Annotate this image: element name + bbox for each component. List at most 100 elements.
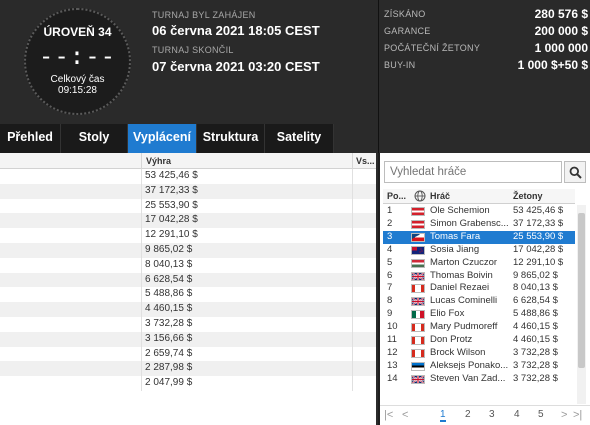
estonia-flag-icon bbox=[411, 361, 425, 371]
player-position: 3 bbox=[387, 230, 393, 242]
payout-row: 12 291,10 $ bbox=[0, 228, 376, 243]
player-row[interactable]: 3 Tomas Fara 25 553,90 $ bbox=[383, 230, 575, 244]
czech-flag-icon bbox=[411, 232, 425, 242]
player-row[interactable]: 12 Brock Wilson 3 732,28 $ bbox=[383, 347, 575, 360]
player-row[interactable]: 10 Mary Pudmoreff 4 460,15 $ bbox=[383, 321, 575, 334]
stat-prize-pool: ZÍSKÁNO 280 576 $ bbox=[384, 7, 588, 25]
player-name: Daniel Rezaei bbox=[430, 282, 490, 294]
player-row[interactable]: 11 Don Protz 4 460,15 $ bbox=[383, 334, 575, 347]
payout-value: 37 172,33 $ bbox=[145, 184, 198, 196]
player-name: Sosia Jiang bbox=[430, 243, 480, 255]
tournament-header: ÚROVEŇ 34 --:-- Celkový čas 09:15:28 TUR… bbox=[0, 0, 590, 153]
mexico-flag-icon bbox=[411, 310, 425, 320]
uk-flag-icon bbox=[411, 271, 425, 281]
player-row[interactable]: 7 Daniel Rezaei 8 040,13 $ bbox=[383, 282, 575, 295]
players-panel: Po... Hráč Žetony 1 Ole Schemion 53 425,46… bbox=[380, 153, 590, 425]
stat-label: POČÁTEČNÍ ŽETONY bbox=[384, 43, 481, 53]
tab-tables[interactable]: Stoly bbox=[61, 124, 128, 153]
player-name: Ole Schemion bbox=[430, 205, 490, 216]
player-chips: 3 732,28 $ bbox=[513, 346, 558, 358]
player-row[interactable]: 13 Aleksejs Ponako... 3 732,28 $ bbox=[383, 360, 575, 373]
payout-row: 37 172,33 $ bbox=[0, 183, 376, 199]
page-3[interactable]: 3 bbox=[489, 409, 495, 420]
tournament-tabs: Přehled Stoly Vyplácení Struktura Sateli… bbox=[0, 124, 380, 153]
player-row[interactable]: 1 Ole Schemion 53 425,46 $ bbox=[383, 205, 575, 218]
first-page-button[interactable]: |< bbox=[384, 409, 393, 421]
payout-table-header: Výhra Vs... bbox=[0, 153, 376, 169]
player-position: 2 bbox=[387, 217, 393, 229]
player-chips: 5 488,86 $ bbox=[513, 308, 558, 320]
player-name: Mary Pudmoreff bbox=[430, 321, 498, 333]
payout-value: 25 553,90 $ bbox=[145, 199, 198, 211]
payout-value: 4 460,15 $ bbox=[145, 303, 193, 315]
payout-value: 2 659,74 $ bbox=[145, 347, 193, 359]
austria-flag-icon bbox=[411, 207, 425, 216]
level-label: ÚROVEŇ 34 bbox=[43, 25, 112, 39]
player-position: 8 bbox=[387, 295, 393, 307]
payout-row: 2 287,98 $ bbox=[0, 361, 376, 377]
player-position: 10 bbox=[387, 321, 398, 333]
player-row[interactable]: 2 Simon Grabensc... 37 172,33 $ bbox=[383, 218, 575, 231]
page-4[interactable]: 4 bbox=[514, 409, 520, 420]
player-name: Aleksejs Ponako... bbox=[430, 359, 509, 371]
payout-row: 9 865,02 $ bbox=[0, 243, 376, 258]
player-position: 4 bbox=[387, 243, 393, 255]
prev-page-button[interactable]: < bbox=[402, 409, 408, 421]
player-row[interactable]: 9 Elio Fox 5 488,86 $ bbox=[383, 308, 575, 321]
payout-value: 2 287,98 $ bbox=[145, 362, 193, 374]
payout-value: 9 865,02 $ bbox=[145, 244, 193, 255]
scrollbar-thumb[interactable] bbox=[578, 213, 585, 368]
search-icon bbox=[569, 166, 582, 179]
players-scrollbar[interactable] bbox=[577, 205, 586, 404]
player-search-input[interactable] bbox=[384, 161, 562, 183]
tab-overview[interactable]: Přehled bbox=[0, 124, 61, 153]
player-chips: 12 291,10 $ bbox=[513, 256, 564, 268]
player-position: 9 bbox=[387, 308, 393, 320]
player-name: Thomas Boivin bbox=[430, 269, 493, 281]
next-page-button[interactable]: > bbox=[561, 409, 567, 421]
payout-value: 2 047,99 $ bbox=[145, 377, 193, 389]
page-1[interactable]: 1 bbox=[440, 409, 446, 422]
player-row[interactable]: 4 Sosia Jiang 17 042,28 $ bbox=[383, 244, 575, 257]
column-header-win[interactable]: Výhra bbox=[141, 153, 352, 169]
payout-row: 5 488,86 $ bbox=[0, 287, 376, 303]
search-button[interactable] bbox=[564, 161, 586, 183]
tab-satellites[interactable]: Satelity bbox=[265, 124, 334, 153]
player-chips: 6 628,54 $ bbox=[513, 295, 558, 307]
globe-icon bbox=[414, 190, 426, 202]
started-label: TURNAJ BYL ZAHÁJEN bbox=[152, 10, 256, 20]
player-position: 1 bbox=[387, 205, 393, 216]
player-row[interactable]: 6 Thomas Boivin 9 865,02 $ bbox=[383, 270, 575, 283]
player-position: 6 bbox=[387, 269, 393, 281]
page-2[interactable]: 2 bbox=[465, 409, 471, 420]
player-name: Don Protz bbox=[430, 334, 473, 345]
player-position: 5 bbox=[387, 256, 393, 268]
page-5[interactable]: 5 bbox=[538, 409, 544, 420]
column-header-player[interactable]: Hráč bbox=[430, 189, 450, 204]
last-page-button[interactable]: >| bbox=[573, 409, 582, 421]
stat-label: GARANCE bbox=[384, 26, 431, 36]
tab-structure[interactable]: Struktura bbox=[197, 124, 265, 153]
player-position: 13 bbox=[387, 359, 398, 371]
column-header-position[interactable]: Po... bbox=[387, 189, 406, 204]
payout-value: 3 732,28 $ bbox=[145, 318, 193, 329]
payout-value: 3 156,66 $ bbox=[145, 332, 193, 344]
player-row[interactable]: 5 Marton Czuczor 12 291,10 $ bbox=[383, 257, 575, 270]
player-name: Brock Wilson bbox=[430, 346, 486, 358]
player-row[interactable]: 14 Steven Van Zad... 3 732,28 $ bbox=[383, 373, 575, 386]
tab-payouts[interactable]: Vyplácení bbox=[128, 124, 197, 153]
total-time-value: 09:15:28 bbox=[58, 85, 97, 96]
players-table-header: Po... Hráč Žetony bbox=[383, 189, 575, 204]
player-name: Simon Grabensc... bbox=[430, 217, 509, 229]
player-chips: 4 460,15 $ bbox=[513, 334, 558, 345]
column-header-vs[interactable]: Vs... bbox=[352, 153, 376, 169]
payout-value: 8 040,13 $ bbox=[145, 258, 193, 270]
payout-value: 5 488,86 $ bbox=[145, 288, 193, 300]
payout-table: Výhra Vs... 53 425,46 $ 37 172,33 $ 25 5… bbox=[0, 153, 378, 425]
payout-row: 3 156,66 $ bbox=[0, 331, 376, 347]
payout-value: 17 042,28 $ bbox=[145, 214, 198, 226]
stat-value: 1 000 000 bbox=[534, 41, 588, 55]
column-header-chips[interactable]: Žetony bbox=[513, 189, 543, 204]
stat-label: BUY-IN bbox=[384, 60, 416, 70]
player-row[interactable]: 8 Lucas Cominelli 6 628,54 $ bbox=[383, 295, 575, 308]
